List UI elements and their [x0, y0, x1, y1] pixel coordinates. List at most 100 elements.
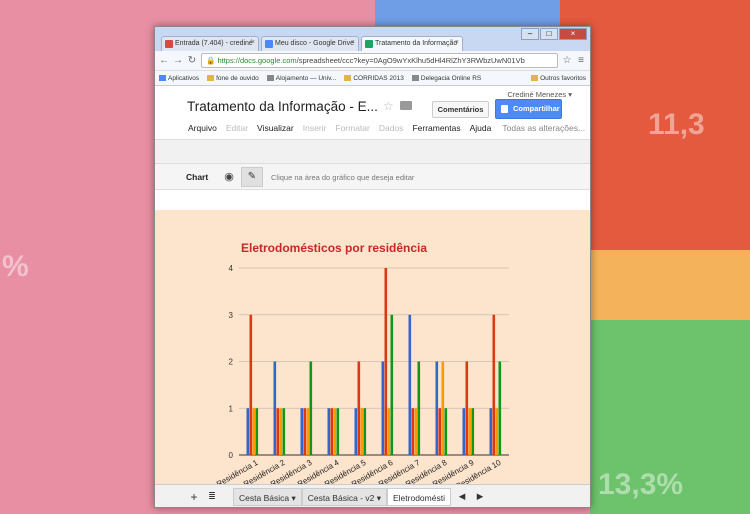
- bar-1: [408, 314, 412, 455]
- bar-3: [306, 408, 310, 455]
- bg-label-left: %: [2, 250, 29, 283]
- chart-toolbar: Chart ◉ ✎ Clique na área do gráfico que …: [155, 164, 590, 190]
- bar-1: [381, 361, 385, 455]
- share-label: Compartilhar: [513, 104, 560, 113]
- bookmark-label: Alojamento — Univ...: [275, 74, 337, 82]
- bar-4: [390, 314, 394, 455]
- gmail-icon: [165, 40, 173, 48]
- preview-eye-icon[interactable]: ◉: [218, 167, 240, 187]
- browser-tab-bar: Entrada (7.404) - crediné × Meu disco - …: [155, 27, 590, 51]
- bookmark-apps[interactable]: Aplicativos: [159, 75, 199, 82]
- chart-area[interactable]: Eletrodomésticos por residência 0 1 2 3 4 Resi…: [155, 210, 590, 484]
- bookmark-item[interactable]: fone de ouvido: [207, 75, 259, 82]
- bar-4: [471, 408, 475, 455]
- close-icon[interactable]: ×: [251, 39, 255, 46]
- bar-1: [435, 361, 439, 455]
- bar-2: [411, 408, 415, 455]
- bookmarks-bar: Aplicativos fone de ouvido Alojamento — …: [155, 71, 590, 86]
- y-tick-label: 2: [229, 358, 234, 367]
- menu-editar[interactable]: Editar: [226, 123, 248, 133]
- sheet-tab-label: Cesta Básica - v2: [307, 492, 375, 503]
- drive-icon: [265, 40, 273, 48]
- maximize-button[interactable]: □: [540, 28, 558, 40]
- bar-3: [252, 408, 256, 455]
- browser-tab-sheets[interactable]: Tratamento da Informação ×: [361, 36, 463, 51]
- sheet-list-icon[interactable]: ≣: [205, 491, 219, 502]
- sheets-icon: [365, 40, 373, 48]
- bar-chart[interactable]: Eletrodomésticos por residência01234Resi…: [155, 210, 590, 484]
- bar-4: [363, 408, 367, 455]
- menu-arquivo[interactable]: Arquivo: [188, 123, 217, 133]
- menu-inserir[interactable]: Inserir: [303, 123, 327, 133]
- other-bookmarks[interactable]: Outros favoritos: [531, 75, 586, 82]
- share-button[interactable]: Compartilhar: [495, 99, 562, 119]
- menu-formatar[interactable]: Formatar: [335, 123, 369, 133]
- scroll-right-icon[interactable]: ▶: [473, 491, 487, 502]
- forward-icon[interactable]: →: [173, 55, 183, 66]
- bar-3: [333, 408, 337, 455]
- browser-window: Entrada (7.404) - crediné × Meu disco - …: [154, 26, 591, 508]
- document-title[interactable]: Tratamento da Informação - E...: [187, 99, 378, 114]
- bookmark-label: Delegacia Online RS: [420, 74, 482, 82]
- bar-1: [300, 408, 304, 455]
- back-icon[interactable]: ←: [159, 55, 169, 66]
- lock-icon: 🔒: [206, 56, 216, 65]
- bookmark-label: Outros favoritos: [540, 74, 586, 82]
- scroll-left-icon[interactable]: ◀: [455, 491, 469, 502]
- bar-2: [384, 268, 388, 455]
- bar-4: [282, 408, 286, 455]
- docs-header: Tratamento da Informação - E... ☆ Credin…: [155, 86, 590, 140]
- sheet-tab[interactable]: Cesta Básica ▾: [233, 487, 302, 506]
- bar-2: [303, 408, 307, 455]
- url-path: /spreadsheet/ccc?key=0AgO9wYxKlhu5dHl4Rl…: [296, 56, 525, 65]
- comments-button[interactable]: Comentários: [432, 101, 489, 118]
- url-input[interactable]: 🔒 https://docs.google.com/spreadsheet/cc…: [201, 53, 558, 68]
- sheet-tab-label: Eletrodomésti: [393, 492, 445, 503]
- bookmark-item[interactable]: Alojamento — Univ...: [266, 74, 337, 82]
- edit-pencil-icon[interactable]: ✎: [241, 167, 263, 187]
- bookmark-item[interactable]: Delegacia Online RS: [411, 74, 482, 82]
- sheet-tab-active[interactable]: Eletrodomésti: [387, 487, 451, 506]
- browser-tab-drive[interactable]: Meu disco - Google Drive ×: [261, 36, 359, 51]
- bar-4: [498, 361, 502, 455]
- bar-1: [354, 408, 358, 455]
- page-icon: [411, 74, 419, 81]
- save-status[interactable]: Todas as alterações...: [502, 123, 585, 133]
- menu-visualizar[interactable]: Visualizar: [257, 123, 294, 133]
- menu-dados[interactable]: Dados: [379, 123, 404, 133]
- window-close-button[interactable]: ×: [559, 28, 587, 40]
- url-host: https://docs.google.com: [217, 56, 297, 65]
- minimize-button[interactable]: –: [521, 28, 539, 40]
- bar-2: [357, 361, 361, 455]
- browser-tab-gmail[interactable]: Entrada (7.404) - crediné ×: [161, 36, 259, 51]
- browser-tab-label: Tratamento da Informação: [375, 40, 458, 47]
- bar-2: [330, 408, 334, 455]
- add-sheet-button[interactable]: +: [187, 490, 201, 504]
- menu-bar: Arquivo Editar Visualizar Inserir Format…: [188, 123, 585, 133]
- bookmark-star-icon[interactable]: ☆: [562, 55, 572, 66]
- toolbar: [155, 140, 590, 164]
- browser-menu-icon[interactable]: ≡: [576, 55, 586, 66]
- y-tick-label: 3: [229, 311, 234, 320]
- menu-ajuda[interactable]: Ajuda: [470, 123, 492, 133]
- browser-tab-label: Entrada (7.404) - crediné: [175, 40, 253, 47]
- bookmark-label: Aplicativos: [168, 74, 200, 82]
- bar-2: [276, 408, 280, 455]
- close-icon[interactable]: ×: [455, 39, 459, 46]
- bookmark-item[interactable]: CORRIDAS 2013: [344, 75, 404, 82]
- bar-3: [387, 408, 391, 455]
- reload-icon[interactable]: ↻: [187, 55, 197, 66]
- user-account[interactable]: Crediné Menezes ▾: [507, 90, 572, 99]
- star-icon[interactable]: ☆: [383, 99, 394, 113]
- menu-ferramentas[interactable]: Ferramentas: [412, 123, 460, 133]
- y-tick-label: 4: [229, 264, 234, 273]
- user-name: Crediné Menezes: [507, 90, 567, 99]
- bar-4: [417, 361, 421, 455]
- lock-icon: [501, 105, 508, 113]
- sheet-tab[interactable]: Cesta Básica - v2 ▾: [301, 487, 387, 506]
- bar-2: [465, 361, 469, 455]
- folder-icon: [531, 74, 539, 81]
- folder-icon[interactable]: [400, 101, 412, 110]
- bar-2: [249, 314, 253, 455]
- close-icon[interactable]: ×: [351, 39, 355, 46]
